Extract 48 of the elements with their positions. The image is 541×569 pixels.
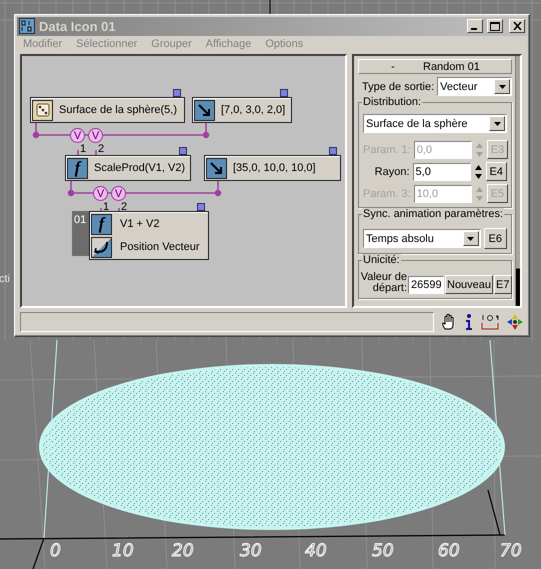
group-title: Unicité: [362, 254, 401, 266]
axis-label: 20 [172, 541, 194, 561]
new-seed-button[interactable]: Nouveau [445, 275, 494, 294]
node-label: Surface de la sphère(5,) [59, 104, 178, 116]
joiner-node[interactable]: V [70, 128, 85, 143]
port-number: 2 [98, 143, 104, 155]
node-label: ScaleProd(V1, V2) [94, 162, 186, 174]
axis-label: 70 [500, 541, 522, 561]
operator-node[interactable]: f V1 + V2 Position Vecteur [89, 211, 209, 260]
window-title: Data Icon 01 [39, 18, 117, 34]
group-title: Sync. animation paramètres: [362, 208, 504, 220]
sync-dropdown[interactable]: Temps absolu [363, 229, 481, 248]
group-title: Distribution: [362, 96, 422, 108]
seed-field[interactable]: 26599 [408, 276, 444, 294]
node-badge: 01 [72, 211, 89, 256]
axis-label: 40 [305, 541, 327, 561]
number-field[interactable]: 5,0 [412, 162, 471, 180]
parameter-button[interactable]: E7 [494, 275, 512, 294]
field-label: Valeur de départ: [360, 272, 407, 294]
rollout-header[interactable]: - Random 01 [358, 59, 512, 74]
node-label: [7,0, 3,0, 2,0] [221, 104, 286, 116]
field-label: Type de sortie: [362, 80, 434, 92]
axis-label: 30 [240, 541, 262, 561]
param-label: Rayon: [374, 166, 410, 178]
parameter-button[interactable]: E4 [486, 162, 507, 181]
joiner-node[interactable]: V [93, 186, 108, 201]
operator-node[interactable]: [35,0, 10,0, 10,0] [204, 155, 341, 181]
port-number: 1 [103, 201, 110, 213]
node-graph-canvas[interactable]: Surface de la sphère(5,) [7,0, 3,0, 2,0] f ScaleProd(V1, V2) [35,0, 10,0, 10,0] 01 f V1 + V2 Position Vecteur V 1 V 2 V 1 V 2 [20, 54, 347, 308]
parameter-button[interactable]: E6 [484, 228, 507, 249]
operator-node[interactable]: Surface de la sphère(5,) [30, 97, 185, 123]
axis-label: 10 [112, 541, 134, 561]
axis-label: 0 [50, 541, 61, 561]
node-label: [35,0, 10,0, 10,0] [233, 162, 316, 174]
node-label: Position Vecteur [120, 241, 200, 253]
function-icon: f [91, 214, 112, 234]
joiner-node[interactable]: V [111, 186, 126, 201]
port-number: 1 [80, 143, 86, 155]
function-icon: f [67, 158, 88, 178]
axis-label: 60 [438, 541, 460, 561]
node-label: V1 + V2 [120, 218, 160, 230]
joiner-node[interactable]: V [88, 128, 103, 143]
axis-label: 50 [372, 541, 394, 561]
output-type-dropdown[interactable]: Vecteur [437, 77, 512, 96]
port-number: 2 [121, 201, 128, 213]
operator-node[interactable]: [7,0, 3,0, 2,0] [192, 97, 292, 123]
operator-node[interactable]: f ScaleProd(V1, V2) [65, 155, 191, 181]
distribution-dropdown[interactable]: Surface de la sphère [363, 114, 507, 133]
